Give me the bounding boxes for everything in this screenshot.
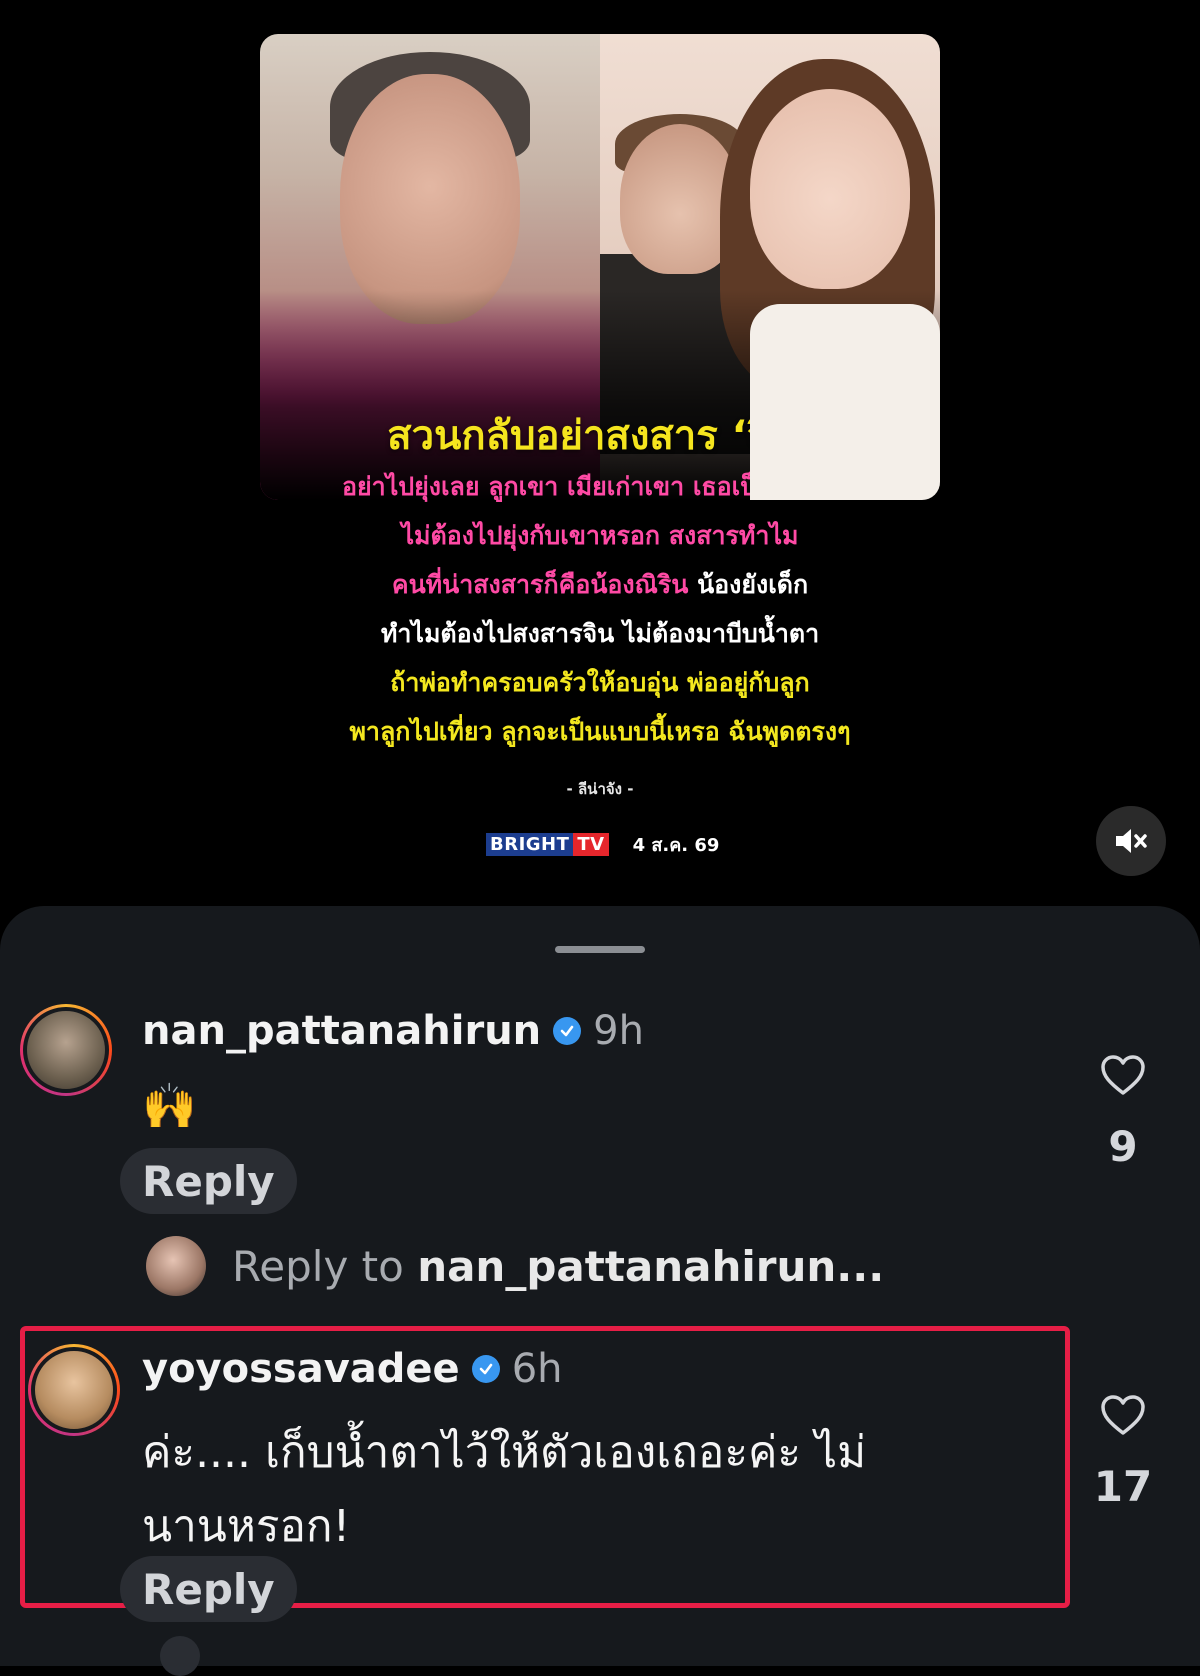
comment-1-like-count: 9 <box>1108 1122 1138 1171</box>
brand-logo-part2: TV <box>573 832 609 856</box>
verified-badge-icon <box>471 1355 500 1383</box>
quote-line-2: ไม่ต้องไปยุ่งกับเขาหรอก สงสารทำไม <box>401 521 799 550</box>
reply-to-prefix: Reply to <box>232 1242 418 1291</box>
photo-right-woman-top <box>750 304 940 500</box>
comment-2-reply-button[interactable]: Reply <box>120 1556 297 1622</box>
heart-icon[interactable] <box>1100 1054 1146 1096</box>
comment-2-time: 6h <box>511 1346 563 1392</box>
heart-icon[interactable] <box>1100 1394 1146 1436</box>
quote-line-3-pink: คนที่น่าสงสารก็คือน้องณิริน <box>391 570 689 599</box>
next-comment-avatar <box>160 1636 200 1676</box>
quote-line-3-white: น้องยังเด็ก <box>688 570 809 599</box>
verified-badge-icon <box>553 1017 582 1045</box>
comment-1-text: 🙌 <box>142 1081 197 1132</box>
avatar-image <box>31 1347 117 1433</box>
comment-2-header: yoyossavadee 6h <box>142 1346 563 1392</box>
media-attribution: - ลีน่าจัง - <box>566 780 634 798</box>
quote-line-3: คนที่น่าสงสารก็คือน้องณิริน น้องยังเด็ก <box>260 570 940 600</box>
quote-line-4: ทำไมต้องไปสงสารจิน ไม่ต้องมาบีบน้ำตา <box>380 619 820 648</box>
reply-to-target: nan_pattanahirun... <box>417 1242 885 1291</box>
avatar-comment-2[interactable] <box>28 1344 120 1436</box>
brand-row: BRIGHT TV 4 ส.ค. 69 <box>486 832 719 856</box>
reply-composer-avatar <box>146 1236 206 1296</box>
reply-to-link[interactable]: Reply to nan_pattanahirun... <box>232 1242 884 1291</box>
comment-1-header: nan_pattanahirun 9h <box>142 1008 644 1054</box>
sheet-grab-handle[interactable] <box>555 946 645 953</box>
photo-right-woman-face <box>750 89 910 289</box>
comment-1-time: 9h <box>593 1008 644 1054</box>
media-date: 4 ส.ค. 69 <box>632 834 720 856</box>
brand-logo-part1: BRIGHT <box>486 832 574 856</box>
avatar-image <box>23 1007 109 1093</box>
mute-button[interactable] <box>1096 806 1166 876</box>
comment-1-reply-button[interactable]: Reply <box>120 1148 297 1214</box>
quote-line-6: พาลูกไปเที่ยว ลูกจะเป็นแบบนี้เหรอ ฉันพูด… <box>349 717 851 746</box>
comment-2-text-line2: นานหรอก! <box>142 1501 351 1552</box>
speaker-muted-icon <box>1116 829 1147 853</box>
quote-line-5: ถ้าพ่อทำครอบครัวให้อบอุ่น พ่ออยู่กับลูก <box>390 668 810 697</box>
brighttv-logo: BRIGHT TV <box>486 832 609 856</box>
comment-2-text-line1: ค่ะ.... เก็บน้ำตาไว้ให้ตัวเองเถอะค่ะ ไม่ <box>142 1427 867 1478</box>
comment-2-username[interactable]: yoyossavadee <box>142 1346 460 1392</box>
comment-2-like-count: 17 <box>1093 1462 1153 1511</box>
comment-1-username[interactable]: nan_pattanahirun <box>142 1008 541 1054</box>
avatar-comment-1[interactable] <box>20 1004 112 1096</box>
